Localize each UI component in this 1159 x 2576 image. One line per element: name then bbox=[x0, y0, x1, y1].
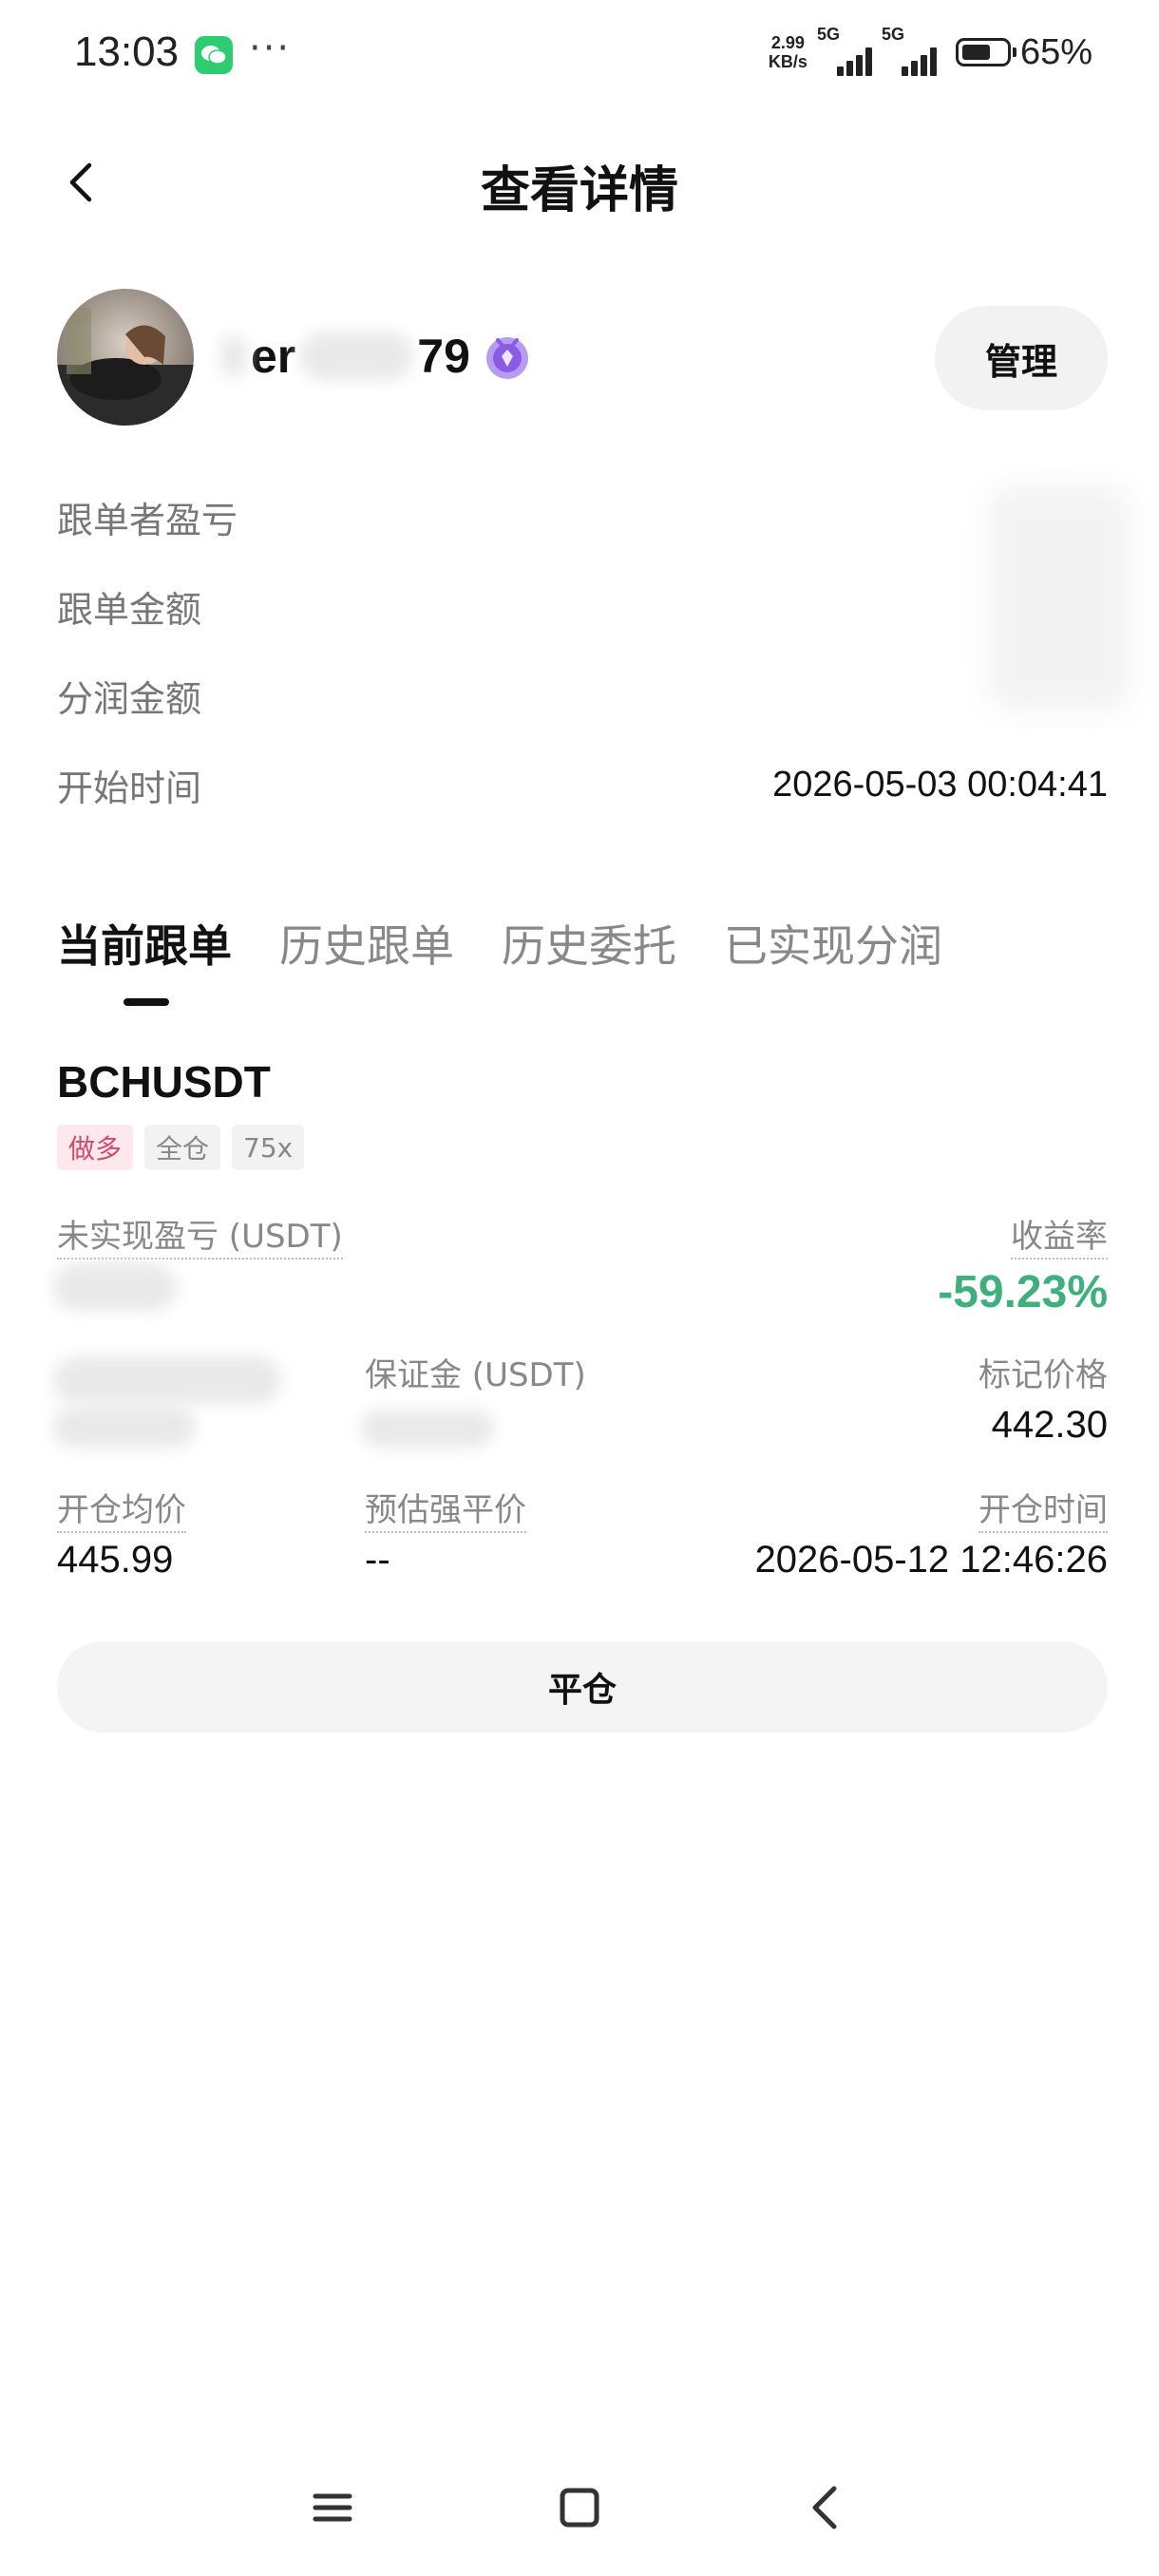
tab-history-follow[interactable]: 历史跟单 bbox=[279, 912, 454, 988]
more-notifications-icon: ··· bbox=[249, 27, 292, 70]
info-label: 分润金额 bbox=[57, 677, 202, 720]
home-nav-button[interactable] bbox=[542, 2470, 618, 2546]
signal-icon-1: 5G bbox=[816, 25, 872, 76]
username-part-1: er bbox=[251, 330, 296, 383]
tab-history-orders[interactable]: 历史委托 bbox=[502, 912, 676, 988]
info-label: 跟单者盈亏 bbox=[57, 499, 238, 541]
network-speed-value: 2.99 bbox=[770, 33, 805, 52]
page-title: 查看详情 bbox=[480, 162, 678, 219]
info-value: 2026-05-03 00:04:41 bbox=[772, 764, 1108, 805]
unrealized-pnl-label[interactable]: 未实现盈亏 (USDT) bbox=[57, 1218, 343, 1260]
tag-leverage: 75x bbox=[232, 1125, 305, 1170]
avatar[interactable] bbox=[57, 289, 194, 426]
signal-type-label: 5G bbox=[816, 25, 840, 44]
redacted-text bbox=[299, 332, 414, 380]
est-liq-price-value: -- bbox=[365, 1539, 390, 1581]
info-row-profit-share: 分润金额 bbox=[57, 667, 1108, 724]
margin-label: 保证金 (USDT) bbox=[365, 1356, 586, 1394]
avg-open-price-label[interactable]: 开仓均价 bbox=[57, 1491, 186, 1533]
open-time-value: 2026-05-12 12:46:26 bbox=[754, 1539, 1108, 1581]
network-speed-unit: KB/s bbox=[768, 52, 808, 71]
battery-icon bbox=[955, 38, 1016, 66]
vip-badge-icon bbox=[482, 331, 533, 382]
mark-price-label: 标记价格 bbox=[978, 1356, 1108, 1394]
back-chevron-icon bbox=[812, 2486, 837, 2529]
info-row-follower-pnl: 跟单者盈亏 bbox=[57, 488, 1108, 545]
redacted-value bbox=[53, 1263, 177, 1311]
username-part-2: 79 bbox=[417, 330, 470, 383]
username: er 79 bbox=[220, 329, 533, 384]
tab-bar: 当前跟单 历史跟单 历史委托 已实现分润 bbox=[57, 912, 990, 988]
redacted-label bbox=[53, 1356, 281, 1404]
menu-icon bbox=[313, 2493, 352, 2522]
info-row-follow-amount: 跟单金额 bbox=[57, 578, 1108, 635]
header: 查看详情 bbox=[0, 133, 1159, 237]
tag-margin-mode: 全仓 bbox=[144, 1125, 221, 1170]
tag-direction: 做多 bbox=[57, 1125, 134, 1170]
redacted-text bbox=[220, 335, 247, 377]
status-indicators: 2.99 KB/s 5G 5G 65% bbox=[769, 25, 1092, 76]
tab-realized-profit-share[interactable]: 已实现分润 bbox=[724, 912, 942, 988]
est-liq-price-label[interactable]: 预估强平价 bbox=[365, 1491, 526, 1533]
home-square-icon bbox=[560, 2488, 599, 2528]
battery-percent: 65% bbox=[1019, 31, 1092, 72]
avg-open-price-value: 445.99 bbox=[57, 1539, 174, 1581]
active-tab-indicator bbox=[124, 998, 169, 1006]
network-speed: 2.99 KB/s bbox=[769, 33, 808, 71]
redacted-value bbox=[361, 1410, 494, 1448]
close-position-button[interactable]: 平仓 bbox=[57, 1641, 1108, 1733]
info-label: 跟单金额 bbox=[57, 588, 202, 631]
status-bar: 13:03 ··· 2.99 KB/s 5G 5G 65% bbox=[0, 0, 1159, 114]
manage-button[interactable]: 管理 bbox=[935, 306, 1108, 410]
mark-price-value: 442.30 bbox=[991, 1404, 1108, 1446]
menu-nav-button[interactable] bbox=[294, 2470, 370, 2546]
signal-type-label: 5G bbox=[881, 25, 904, 44]
position-tags: 做多 全仓 75x bbox=[57, 1125, 305, 1170]
roi-label[interactable]: 收益率 bbox=[1011, 1218, 1108, 1260]
wechat-icon bbox=[195, 36, 233, 74]
back-nav-button[interactable] bbox=[788, 2470, 864, 2546]
info-label: 开始时间 bbox=[57, 767, 202, 809]
signal-icon-2: 5G bbox=[881, 25, 937, 76]
info-row-start-time: 开始时间 2026-05-03 00:04:41 bbox=[57, 756, 1108, 813]
open-time-label[interactable]: 开仓时间 bbox=[978, 1491, 1108, 1533]
system-nav-bar bbox=[0, 2470, 1159, 2546]
status-time: 13:03 bbox=[74, 28, 180, 75]
roi-value: -59.23% bbox=[938, 1267, 1108, 1317]
redacted-values bbox=[988, 484, 1130, 712]
position-symbol[interactable]: BCHUSDT bbox=[57, 1056, 271, 1108]
tab-current-follow[interactable]: 当前跟单 bbox=[57, 912, 232, 988]
redacted-value bbox=[53, 1406, 196, 1448]
